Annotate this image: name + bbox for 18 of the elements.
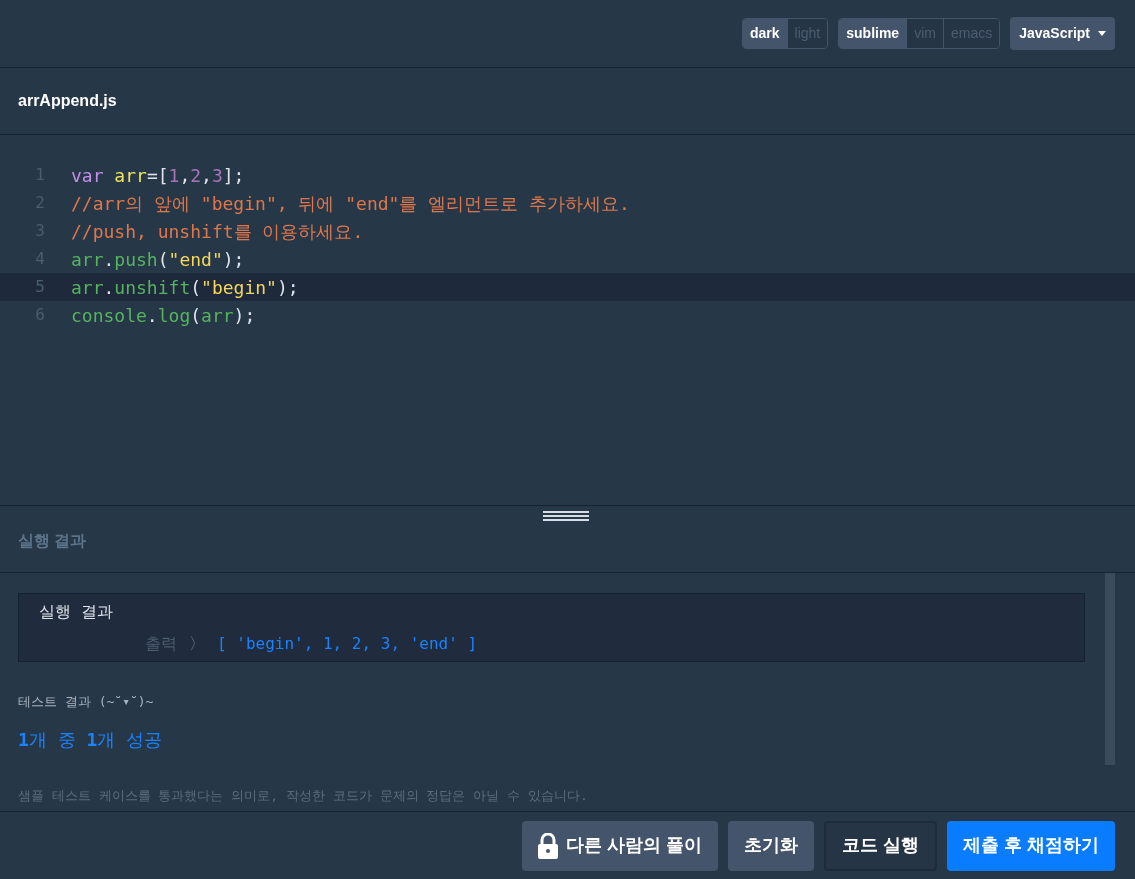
console-title: 실행 결과: [39, 601, 113, 623]
action-button[interactable]: 초기화: [727, 820, 814, 871]
action-button[interactable]: 코드 실행: [823, 820, 937, 871]
file-name: arrAppend.js: [18, 91, 117, 111]
test-summary: 1개 중 1개 성공: [18, 727, 163, 752]
output-value: [ 'begin', 1, 2, 3, 'end' ]: [217, 633, 478, 655]
action-button[interactable]: 제출 후 채점하기: [947, 820, 1115, 871]
prompt-mark: 〉: [189, 633, 205, 655]
segment-tab[interactable]: sublime: [839, 19, 907, 48]
section-title: 실행 결과: [18, 531, 87, 551]
segment-tab[interactable]: dark: [743, 19, 787, 48]
lock-icon: [537, 832, 558, 859]
scrollbar[interactable]: [1105, 573, 1115, 765]
caret-icon: [1098, 31, 1106, 36]
language-dropdown[interactable]: JavaScript: [1010, 17, 1115, 50]
resize-handle-icon[interactable]: [543, 511, 589, 521]
test-title: 테스트 결과 (~˘▾˘)~: [18, 693, 154, 711]
action-button[interactable]: 다른 사람의 풀이: [521, 820, 718, 871]
